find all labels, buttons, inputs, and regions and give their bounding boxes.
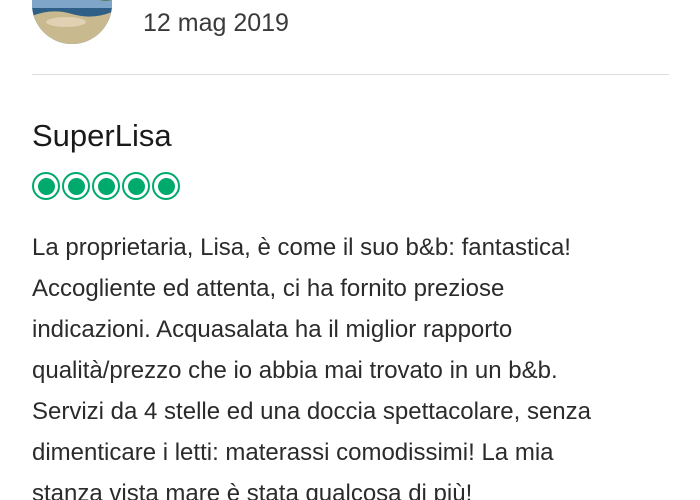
review-text-line: qualità/prezzo che io abbia mai trovato … [32, 357, 558, 384]
review-text-line: Servizi da 4 stelle ed una doccia spetta… [32, 398, 591, 425]
rating-bubble-icon [92, 172, 120, 200]
review-text: La proprietaria, Lisa, è come il suo b&b… [32, 227, 682, 500]
profile-photo-icon [32, 0, 112, 44]
review-text-line: Accogliente ed attenta, ci ha fornito pr… [32, 275, 505, 302]
review-text-line: La proprietaria, Lisa, è come il suo b&b… [32, 234, 571, 261]
review-text-line: dimenticare i letti: materassi comodissi… [32, 439, 554, 466]
rating-bubble-icon [62, 172, 90, 200]
review-text-line: indicazioni. Acquasalata ha il miglior r… [32, 316, 513, 343]
rating-bubble-icon [32, 172, 60, 200]
review-card: SuperLisa La proprietaria, Lisa, è come … [32, 116, 682, 500]
review-divider [32, 74, 669, 75]
review-date: 12 mag 2019 [143, 9, 289, 37]
rating-bubble-icon [152, 172, 180, 200]
rating-bubble-icon [122, 172, 150, 200]
avatar[interactable] [32, 0, 112, 44]
reviewer-name[interactable]: SuperLisa [32, 116, 682, 156]
review-text-line: stanza vista mare è stata qualcosa di pi… [32, 480, 473, 500]
rating-bubbles [32, 171, 682, 201]
previous-review: 12 mag 2019 [0, 0, 700, 76]
